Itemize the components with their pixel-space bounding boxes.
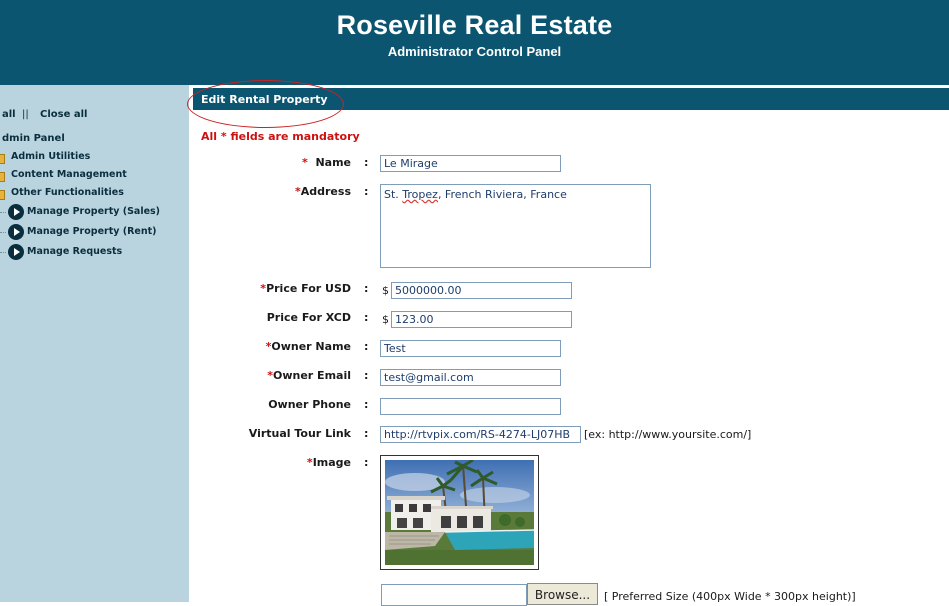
colon: : (364, 340, 369, 353)
tree-connector (0, 252, 6, 253)
site-subtitle: Administrator Control Panel (387, 44, 562, 59)
site-title: Roseville Real Estate (336, 10, 613, 40)
colon: : (364, 369, 369, 382)
mandatory-note: All * fields are mandatory (201, 130, 360, 143)
folder-icon (0, 154, 5, 164)
link-separator: || (22, 109, 29, 120)
currency-symbol: $ (382, 284, 389, 297)
address-field[interactable]: St. Tropez, French Riviera, France (380, 184, 651, 268)
sidebar (0, 85, 189, 602)
owner-name-label: *Owner Name (265, 340, 351, 353)
colon: : (364, 156, 369, 169)
colon: : (364, 427, 369, 440)
sidebar-item-admin-utilities[interactable]: Admin Utilities (11, 151, 90, 162)
price-xcd-field[interactable]: 123.00 (391, 311, 572, 328)
sidebar-item-manage-property-sales[interactable]: Manage Property (Sales) (27, 206, 160, 217)
arrow-circle-icon (8, 224, 24, 240)
virtual-tour-field[interactable]: http://rtvpix.com/RS-4274-LJ07HB (380, 426, 581, 443)
property-image (385, 460, 534, 565)
expand-all-link[interactable]: all (2, 109, 16, 120)
sidebar-item-manage-property-rent[interactable]: Manage Property (Rent) (27, 226, 156, 237)
required-mark: * (302, 156, 308, 169)
arrow-circle-icon (8, 204, 24, 220)
admin-panel-title: dmin Panel (2, 133, 65, 144)
folder-icon (0, 190, 5, 200)
owner-phone-label: Owner Phone (268, 398, 351, 411)
address-label: *Address (294, 185, 351, 198)
image-label: *Image (306, 456, 351, 469)
owner-phone-field[interactable] (380, 398, 561, 415)
app-header: Roseville Real Estate Administrator Cont… (0, 0, 949, 85)
name-field[interactable]: Le Mirage (380, 155, 561, 172)
villa-photo (385, 460, 534, 565)
arrow-circle-icon (8, 244, 24, 260)
price-xcd-label: Price For XCD (266, 311, 351, 324)
currency-symbol: $ (382, 313, 389, 326)
property-image-frame (380, 455, 539, 570)
owner-email-label: *Owner Email (267, 369, 351, 382)
price-usd-label: *Price For USD (260, 282, 351, 295)
highlight-annotation (187, 80, 344, 128)
colon: : (364, 398, 369, 411)
close-all-link[interactable]: Close all (40, 109, 87, 120)
colon: : (364, 282, 369, 295)
colon: : (364, 311, 369, 324)
colon: : (364, 185, 369, 198)
tree-connector (0, 232, 6, 233)
owner-name-field[interactable]: Test (380, 340, 561, 357)
sidebar-item-content-management[interactable]: Content Management (11, 169, 127, 180)
name-label: * Name (302, 156, 351, 169)
price-usd-field[interactable]: 5000000.00 (391, 282, 572, 299)
owner-email-field[interactable]: test@gmail.com (380, 369, 561, 386)
folder-icon (0, 172, 5, 182)
colon: : (364, 456, 369, 469)
virtual-tour-label: Virtual Tour Link (248, 427, 351, 440)
image-size-hint: [ Preferred Size (400px Wide * 300px hei… (604, 590, 856, 603)
virtual-tour-hint: [ex: http://www.yoursite.com/] (584, 428, 752, 441)
sidebar-item-manage-requests[interactable]: Manage Requests (27, 246, 122, 257)
tree-connector (0, 212, 6, 213)
image-file-input[interactable] (381, 584, 527, 606)
sidebar-divider (189, 85, 193, 602)
sidebar-item-other-functionalities[interactable]: Other Functionalities (11, 187, 124, 198)
